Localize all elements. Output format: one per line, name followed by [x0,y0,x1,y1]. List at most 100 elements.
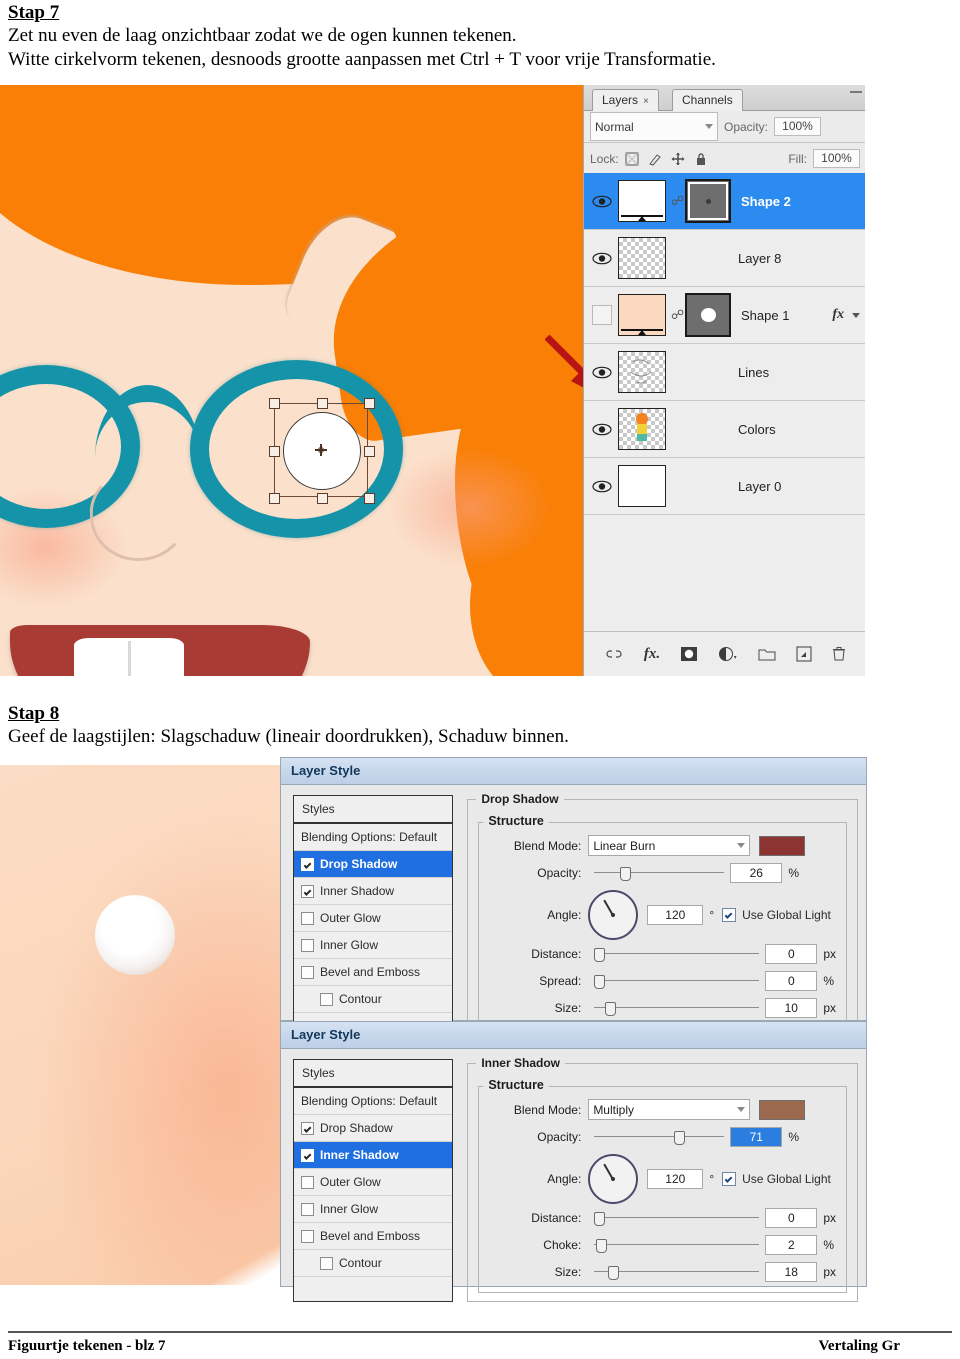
layer-row-colors[interactable]: Colors [584,401,865,458]
layer-style-dialog-drop-shadow[interactable]: Layer Style Styles Blending Options: Def… [280,757,867,1038]
spread-value[interactable]: 0 [765,971,818,991]
transform-handle-bc[interactable] [317,493,328,504]
spread-slider[interactable] [594,974,760,989]
layer-row-lines[interactable]: Lines [584,344,865,401]
size-value[interactable]: 18 [765,1262,818,1282]
choke-value[interactable]: 2 [765,1235,818,1255]
distance-slider[interactable] [594,1211,760,1226]
opacity-slider[interactable] [594,866,725,881]
transform-handle-br[interactable] [364,493,375,504]
layer-row-shape-2[interactable]: ☍ Shape 2 [584,173,865,230]
layer-effects-fx-icon[interactable]: fx [832,307,844,323]
layer-mask-thumbnail-shape-2[interactable] [685,179,731,223]
style-item-blending-options[interactable]: Blending Options: Default [294,1088,453,1115]
angle-value[interactable]: 120 [647,905,704,925]
style-item-outer-glow[interactable]: Outer Glow [294,1169,453,1196]
checkbox-inner-shadow[interactable] [301,884,314,898]
checkbox-use-global-light[interactable] [722,1172,737,1186]
brush-lock-icon[interactable] [648,152,662,166]
transform-handle-tr[interactable] [364,398,375,409]
angle-dial[interactable] [588,890,639,940]
add-layer-style-icon[interactable]: fx. [644,646,660,663]
transform-handle-bl[interactable] [269,493,280,504]
opacity-value[interactable]: 71 [730,1127,783,1147]
size-slider[interactable] [594,1265,760,1280]
all-lock-icon[interactable] [694,152,708,166]
layer-row-shape-1[interactable]: ☍ Shape 1 fx [584,287,865,344]
visibility-toggle-layer-0[interactable] [586,480,618,493]
layer-style-dialog-inner-shadow[interactable]: Layer Style Styles Blending Options: Def… [280,1021,867,1302]
transform-handle-tl[interactable] [269,398,280,409]
visibility-toggle-lines[interactable] [586,366,618,379]
choke-slider[interactable] [594,1238,760,1253]
new-adjustment-layer-icon[interactable] [718,646,738,662]
transform-handle-ml[interactable] [269,446,280,457]
transform-handle-tc[interactable] [317,398,328,409]
layer-row-layer-8[interactable]: Layer 8 [584,230,865,287]
checkbox-contour[interactable] [320,1256,333,1270]
new-layer-icon[interactable] [796,646,812,662]
chevron-down-icon[interactable] [705,124,713,129]
size-value[interactable]: 10 [765,998,818,1018]
fill-value[interactable]: 100% [813,149,860,168]
checkbox-inner-glow[interactable] [301,938,314,952]
style-item-drop-shadow[interactable]: Drop Shadow [294,1115,453,1142]
angle-dial[interactable] [588,1154,639,1204]
style-item-outer-glow[interactable]: Outer Glow [294,905,453,932]
layer-thumbnail-lines[interactable] [618,351,666,393]
transform-reference-point[interactable] [315,444,327,456]
size-slider[interactable] [594,1001,760,1016]
layer-thumbnail-layer-0[interactable] [618,465,666,507]
link-layers-icon[interactable] [604,648,624,660]
delete-layer-icon[interactable] [832,646,846,662]
checkbox-bevel-and-emboss[interactable] [301,1229,314,1243]
add-layer-mask-icon[interactable] [680,646,698,662]
checkbox-use-global-light[interactable] [722,908,737,922]
style-item-inner-glow[interactable]: Inner Glow [294,1196,453,1223]
link-mask-icon[interactable]: ☍ [671,307,684,323]
style-item-blending-options[interactable]: Blending Options: Default [294,824,453,851]
layer-row-layer-0[interactable]: Layer 0 [584,458,865,515]
styles-list-header[interactable]: Styles [294,796,453,824]
layer-thumbnail-shape-1[interactable] [618,294,666,336]
shadow-color-swatch[interactable] [759,835,806,856]
opacity-value[interactable]: 26 [730,863,783,883]
checkbox-inner-glow[interactable] [301,1202,314,1216]
layer-thumbnail-colors[interactable] [618,408,666,450]
style-item-inner-shadow[interactable]: Inner Shadow [294,1142,453,1169]
checkbox-drop-shadow[interactable] [301,1121,314,1135]
transform-handle-mr[interactable] [364,446,375,457]
checkbox-outer-glow[interactable] [301,1175,314,1189]
style-item-inner-shadow[interactable]: Inner Shadow [294,878,453,905]
close-icon[interactable]: × [643,96,649,107]
shadow-color-swatch[interactable] [759,1099,806,1120]
style-item-contour[interactable]: Contour [294,1250,453,1277]
layer-thumbnail-layer-8[interactable] [618,237,666,279]
distance-slider[interactable] [594,947,760,962]
checkbox-bevel-and-emboss[interactable] [301,965,314,979]
style-item-bevel-and-emboss[interactable]: Bevel and Emboss [294,959,453,986]
layer-thumbnail-shape-2[interactable] [618,180,666,222]
checkbox-drop-shadow[interactable] [301,857,314,871]
use-global-light-row[interactable]: Use Global Light [722,908,831,922]
style-item-inner-glow[interactable]: Inner Glow [294,932,453,959]
link-mask-icon[interactable]: ☍ [671,193,684,209]
transparency-lock-icon[interactable] [625,152,639,166]
opacity-slider[interactable] [594,1130,725,1145]
visibility-toggle-shape-2[interactable] [586,195,618,208]
styles-list-header[interactable]: Styles [294,1060,453,1088]
tab-layers[interactable]: Layers × [592,89,659,111]
distance-value[interactable]: 0 [765,944,818,964]
angle-value[interactable]: 120 [647,1169,704,1189]
use-global-light-row[interactable]: Use Global Light [722,1172,831,1186]
checkbox-outer-glow[interactable] [301,911,314,925]
visibility-toggle-layer-8[interactable] [586,252,618,265]
minimize-icon[interactable] [850,85,862,93]
style-item-bevel-and-emboss[interactable]: Bevel and Emboss [294,1223,453,1250]
checkbox-inner-shadow[interactable] [301,1148,314,1162]
move-lock-icon[interactable] [671,152,685,166]
blend-mode-select[interactable]: Multiply [588,1099,751,1120]
visibility-toggle-shape-1[interactable] [586,305,618,325]
blend-mode-select[interactable]: Normal [590,112,718,141]
blend-mode-select[interactable]: Linear Burn [588,835,751,856]
